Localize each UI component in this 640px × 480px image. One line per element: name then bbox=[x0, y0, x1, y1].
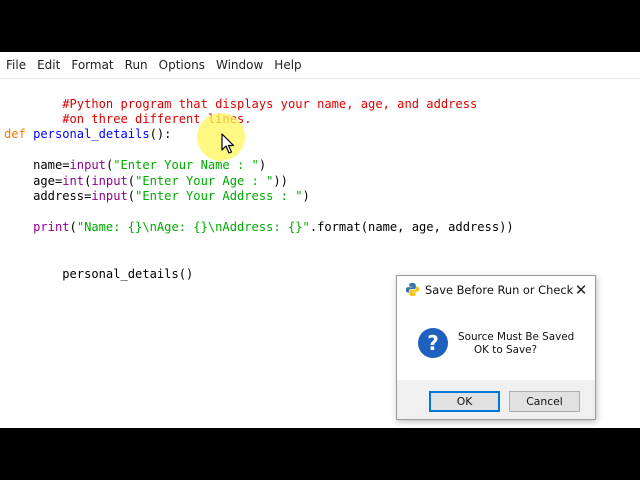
code-punct: (): bbox=[149, 127, 172, 141]
code-text: .format(name, age, address)) bbox=[309, 220, 514, 234]
string-literal: "Name: {}\nAge: {}\nAddress: {}" bbox=[76, 220, 310, 234]
dialog-button-bar: OK Cancel bbox=[397, 380, 595, 419]
close-icon[interactable]: ✕ bbox=[571, 280, 591, 300]
code-text: address= bbox=[4, 189, 92, 203]
code-text: name= bbox=[4, 158, 70, 172]
builtin-input: input bbox=[69, 158, 106, 172]
code-line-address: address=input("Enter Your Address : ") bbox=[4, 188, 310, 204]
code-punct: ) bbox=[258, 158, 267, 172]
video-frame: File Edit Format Run Options Window Help… bbox=[0, 0, 640, 480]
dialog-title: Save Before Run or Check bbox=[425, 283, 574, 297]
code-line-1: #Python program that displays your name,… bbox=[4, 80, 477, 111]
code-line-age: age=int(input("Enter Your Age : ")) bbox=[4, 173, 288, 189]
string-literal: "Enter Your Age : " bbox=[135, 174, 274, 188]
ok-button[interactable]: OK bbox=[429, 391, 500, 412]
builtin-print: print bbox=[33, 220, 70, 234]
menubar: File Edit Format Run Options Window Help bbox=[0, 52, 640, 79]
string-literal: "Enter Your Name : " bbox=[113, 158, 259, 172]
menu-window[interactable]: Window bbox=[211, 52, 269, 79]
code-punct: ( bbox=[127, 174, 136, 188]
code-line-print: print("Name: {}\nAge: {}\nAddress: {}".f… bbox=[4, 219, 514, 235]
python-icon bbox=[405, 282, 420, 297]
menu-format[interactable]: Format bbox=[66, 52, 119, 79]
menu-file[interactable]: File bbox=[1, 52, 32, 79]
cancel-button[interactable]: Cancel bbox=[509, 391, 580, 412]
dialog-message-line-1: Source Must Be Saved bbox=[458, 331, 575, 343]
code-punct: ( bbox=[69, 220, 77, 234]
code-punct: ( bbox=[127, 189, 136, 203]
menu-help[interactable]: Help bbox=[269, 52, 307, 79]
question-icon: ? bbox=[418, 328, 448, 358]
code-text: age= bbox=[4, 174, 63, 188]
builtin-input: input bbox=[91, 189, 128, 203]
code-line-call: personal_details() bbox=[4, 250, 193, 281]
save-before-run-dialog: Save Before Run or Check ✕ ? Source Must… bbox=[396, 275, 596, 420]
code-punct: ) bbox=[302, 189, 310, 203]
function-name: personal_details bbox=[25, 127, 150, 141]
code-line-2: #on three different lines. bbox=[4, 95, 251, 126]
code-text: personal_details() bbox=[62, 267, 194, 281]
builtin-input: input bbox=[91, 174, 128, 188]
dialog-titlebar[interactable]: Save Before Run or Check ✕ bbox=[397, 276, 595, 304]
dialog-message-line-2: OK to Save? bbox=[474, 344, 538, 356]
menu-edit[interactable]: Edit bbox=[32, 52, 66, 79]
menu-run[interactable]: Run bbox=[120, 52, 154, 79]
keyword-def: def bbox=[4, 127, 26, 141]
mouse-cursor-icon bbox=[221, 133, 235, 154]
string-literal: "Enter Your Address : " bbox=[135, 189, 303, 203]
menu-options[interactable]: Options bbox=[154, 52, 211, 79]
code-line-def: def personal_details(): bbox=[4, 126, 171, 142]
builtin-int: int bbox=[62, 174, 85, 188]
code-punct: )) bbox=[273, 174, 288, 188]
